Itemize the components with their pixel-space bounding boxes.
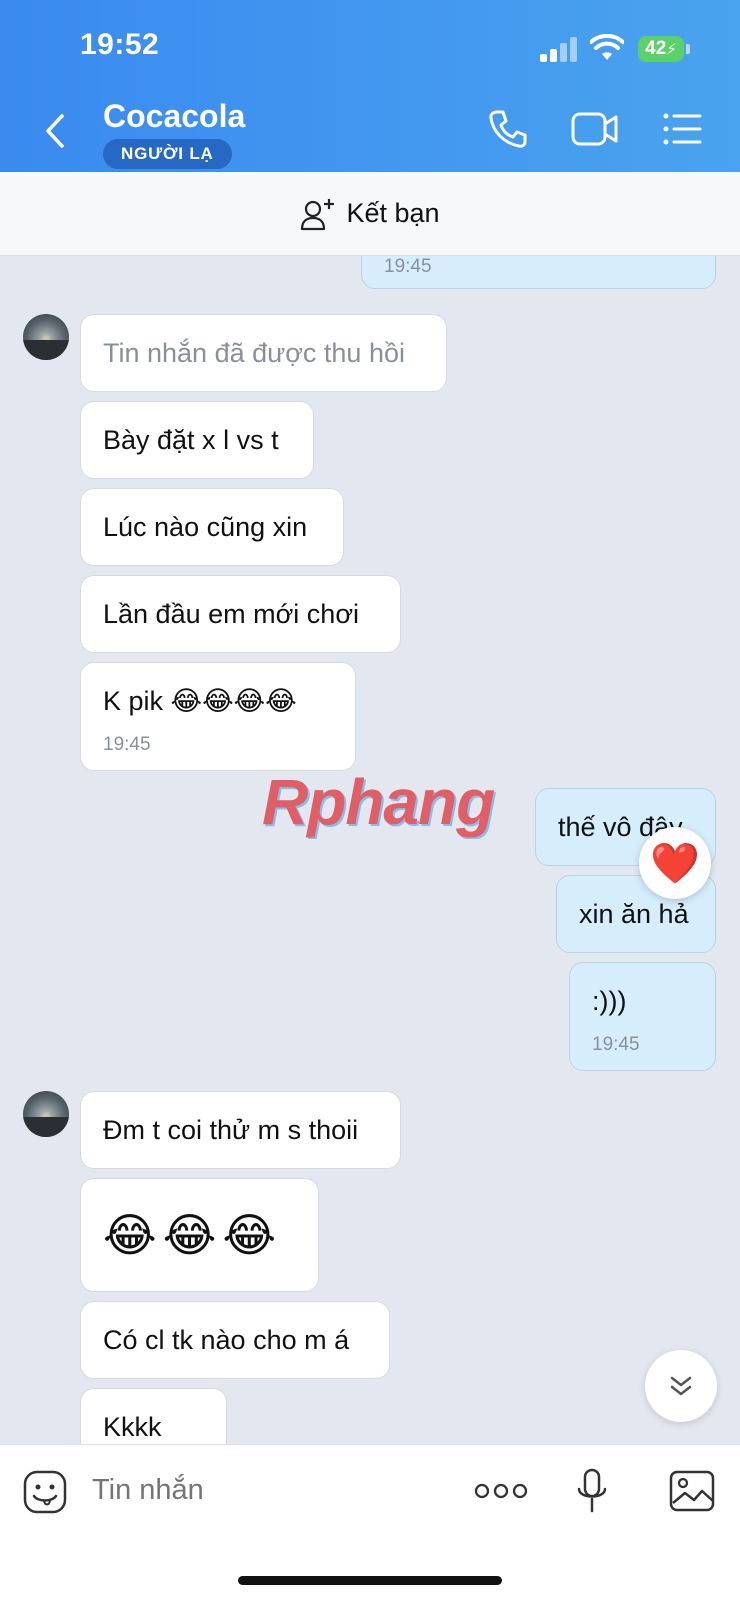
battery-icon: 42 ⚡ — [638, 36, 684, 62]
message-bubble-incoming[interactable]: 😂😂😂 — [80, 1178, 319, 1292]
message-input[interactable] — [90, 1463, 454, 1517]
message-time: 19:45 — [103, 734, 151, 755]
add-user-icon — [301, 198, 335, 230]
message-text: xin ăn hả — [579, 899, 689, 929]
battery-cap — [686, 44, 690, 54]
phone-icon[interactable] — [487, 108, 529, 150]
message-bubble-outgoing[interactable]: 19:45 — [361, 256, 716, 289]
message-bubble-incoming[interactable]: Đm t coi thử m s thoii — [80, 1091, 401, 1169]
menu-list-icon[interactable] — [662, 108, 704, 150]
message-text: Kkkk — [103, 1412, 162, 1442]
microphone-icon[interactable] — [574, 1467, 610, 1515]
message-bubble-incoming[interactable]: Lần đầu em mới chơi — [80, 575, 401, 653]
double-chevron-down-icon — [670, 1376, 692, 1396]
message-text: Lần đầu em mới chơi — [103, 599, 360, 629]
image-gallery-icon[interactable] — [668, 1469, 716, 1513]
message-text: :))) — [592, 986, 627, 1016]
message-text: Bày đặt x l vs t — [103, 425, 279, 455]
video-call-icon[interactable] — [570, 108, 620, 150]
contact-avatar[interactable] — [23, 1091, 69, 1137]
add-friend-label: Kết bạn — [346, 198, 440, 228]
message-text: Lúc nào cũng xin — [103, 512, 308, 542]
message-time: 19:45 — [592, 1034, 640, 1055]
message-bubble-incoming[interactable]: Lúc nào cũng xin — [80, 488, 344, 566]
message-list[interactable]: 19:45 Tin nhắn đã được thu hồi Bày đặt x… — [0, 256, 740, 1444]
more-options-icon[interactable] — [474, 1479, 528, 1503]
contact-name[interactable]: Cocacola — [103, 98, 245, 135]
chat-header: 19:52 42 ⚡ Cocacola NGƯỜI LẠ — [0, 0, 740, 172]
message-text: Tin nhắn đã được thu hồi — [103, 338, 405, 368]
home-indicator[interactable] — [238, 1576, 502, 1585]
back-icon[interactable] — [36, 108, 76, 154]
message-bubble-incoming[interactable]: K pik 😂😂😂😂 19:45 — [80, 662, 356, 771]
scroll-to-bottom-button[interactable] — [645, 1350, 717, 1422]
sticker-emoji-icon[interactable] — [22, 1469, 68, 1515]
add-friend-button[interactable]: Kết bạn — [0, 172, 740, 256]
heart-reaction-icon[interactable]: ❤️ — [639, 827, 711, 899]
wifi-icon — [590, 34, 624, 60]
battery-level: 42 — [645, 38, 667, 59]
message-text: Đm t coi thử m s thoii — [103, 1115, 359, 1145]
message-bubble-incoming[interactable]: Kkkk — [80, 1388, 227, 1444]
message-time: 19:45 — [384, 256, 432, 277]
message-bubble-recalled[interactable]: Tin nhắn đã được thu hồi — [80, 314, 447, 392]
status-time: 19:52 — [80, 28, 160, 61]
message-text: K pik 😂😂😂😂 — [103, 686, 297, 716]
message-bubble-incoming[interactable]: Có cl tk nào cho m á — [80, 1301, 390, 1379]
watermark-logo: Rphang — [262, 766, 495, 838]
message-text: 😂😂😂 — [103, 1209, 283, 1261]
contact-avatar[interactable] — [23, 314, 69, 360]
message-bubble-incoming[interactable]: Bày đặt x l vs t — [80, 401, 314, 479]
cellular-signal-icon — [540, 36, 580, 62]
reaction-emoji: ❤️ — [650, 841, 700, 886]
message-text: Có cl tk nào cho m á — [103, 1325, 350, 1355]
message-bubble-outgoing[interactable]: :))) 19:45 — [569, 962, 716, 1071]
stranger-badge: NGƯỜI LẠ — [103, 139, 232, 169]
